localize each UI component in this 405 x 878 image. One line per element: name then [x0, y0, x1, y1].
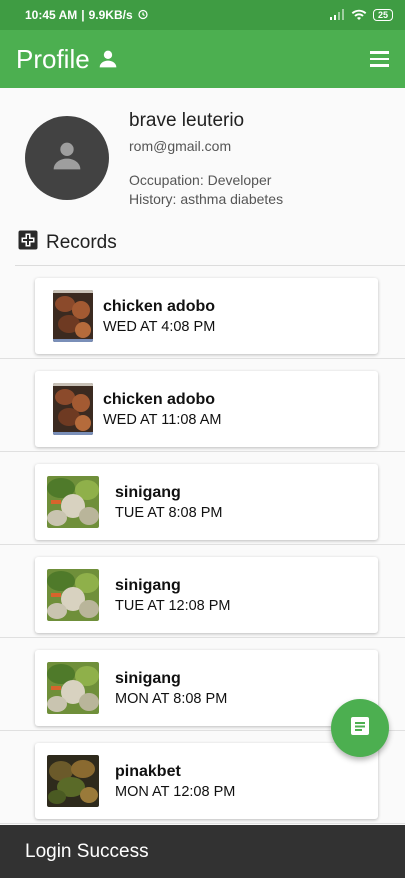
record-time: MON AT 12:08 PM [115, 783, 236, 800]
avatar [25, 116, 109, 200]
page-title: Profile [16, 43, 90, 74]
status-time: 10:45 AM [25, 8, 78, 22]
user-name: brave leuterio [129, 110, 245, 131]
record-name: sinigang [115, 576, 181, 594]
record-card[interactable]: chicken adobo WED AT 11:08 AM [35, 371, 378, 447]
snackbar: Login Success [0, 825, 405, 878]
user-occupation: Occupation: Developer [129, 172, 272, 188]
list-item: sinigang TUE AT 8:08 PM [0, 452, 405, 545]
user-history: History: asthma diabetes [129, 191, 284, 207]
food-thumbnail [53, 290, 93, 342]
list-item: chicken adobo WED AT 11:08 AM [0, 359, 405, 452]
person-icon [51, 140, 83, 177]
food-thumbnail [47, 755, 99, 807]
records-title: Records [46, 232, 117, 253]
record-card[interactable]: pinakbet MON AT 12:08 PM [35, 743, 378, 819]
menu-button[interactable] [370, 51, 389, 67]
snackbar-message: Login Success [25, 840, 149, 862]
record-name: sinigang [115, 669, 181, 687]
list-item: chicken adobo WED AT 4:08 PM [0, 266, 405, 359]
wifi-icon [351, 8, 367, 23]
alarm-icon [137, 8, 149, 23]
record-card[interactable]: sinigang TUE AT 8:08 PM [35, 464, 378, 540]
list-item: sinigang TUE AT 12:08 PM [0, 545, 405, 638]
medical-cross-icon [18, 230, 38, 256]
food-thumbnail [47, 662, 99, 714]
records-header: Records [18, 230, 117, 256]
record-name: sinigang [115, 483, 181, 501]
signal-icon [329, 8, 345, 23]
hamburger-icon [370, 51, 389, 54]
app-bar: Profile [0, 30, 405, 88]
status-network-speed: 9.9KB/s [88, 8, 133, 22]
record-card[interactable]: sinigang TUE AT 12:08 PM [35, 557, 378, 633]
food-thumbnail [53, 383, 93, 435]
record-time: WED AT 4:08 PM [103, 318, 216, 335]
food-thumbnail [47, 569, 99, 621]
record-card[interactable]: sinigang MON AT 8:08 PM [35, 650, 378, 726]
status-bar: 10:45 AM | 9.9KB/s 25 [0, 0, 405, 30]
receipt-icon [349, 715, 371, 742]
record-time: WED AT 11:08 AM [103, 411, 222, 428]
record-name: pinakbet [115, 762, 181, 780]
person-icon [98, 49, 118, 69]
add-record-button[interactable] [331, 699, 389, 757]
battery-indicator: 25 [372, 9, 393, 21]
record-name: chicken adobo [103, 297, 216, 315]
record-time: MON AT 8:08 PM [115, 690, 228, 707]
record-time: TUE AT 12:08 PM [115, 597, 231, 614]
record-time: TUE AT 8:08 PM [115, 504, 223, 521]
record-card[interactable]: chicken adobo WED AT 4:08 PM [35, 278, 378, 354]
user-email: rom@gmail.com [129, 138, 232, 154]
record-name: chicken adobo [103, 390, 216, 408]
food-thumbnail [47, 476, 99, 528]
